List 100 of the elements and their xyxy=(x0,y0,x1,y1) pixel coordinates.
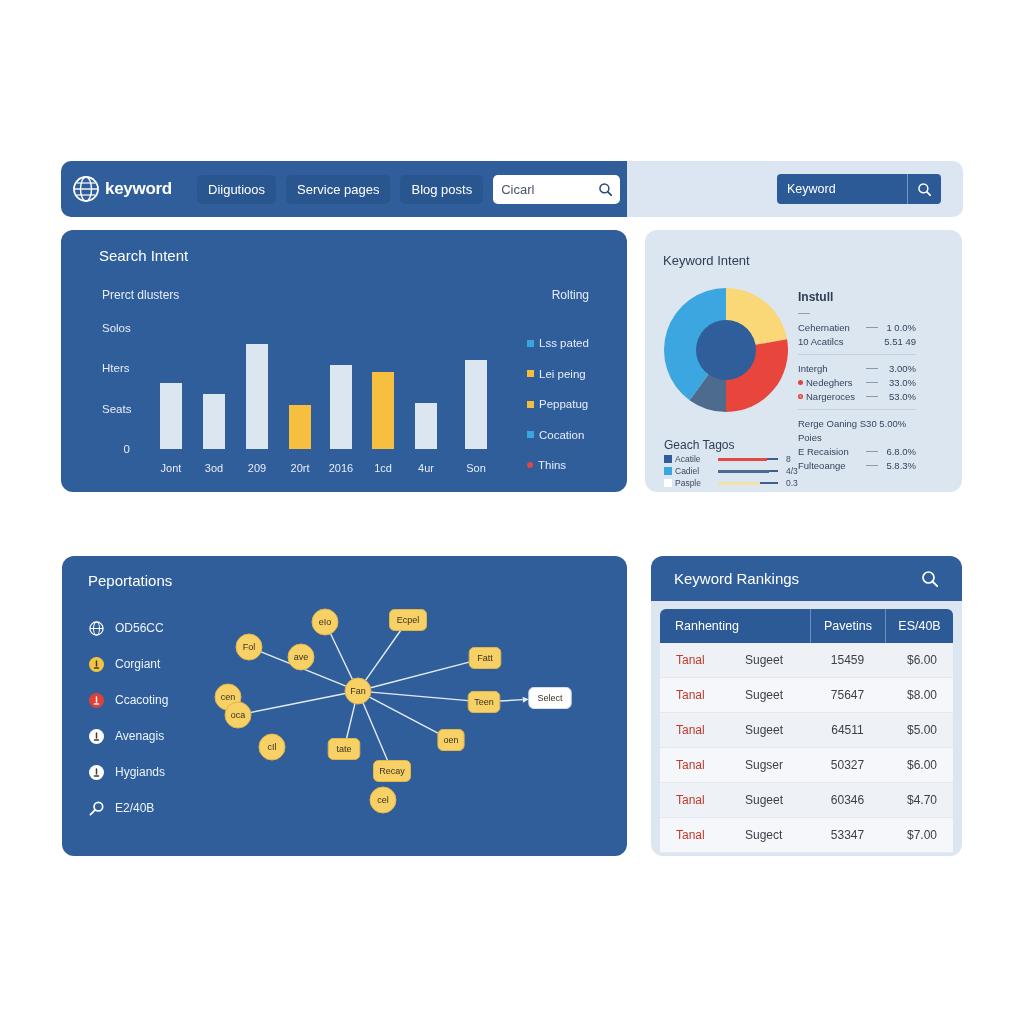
graph-node: cIl xyxy=(258,733,286,761)
bar xyxy=(203,394,225,449)
summary-label: Rerge Oaning S30 5.00% xyxy=(798,417,908,429)
search-field[interactable]: Cicarl xyxy=(493,174,621,204)
table-cell-text: $7.00 xyxy=(905,828,938,842)
legend-value: 4/3 xyxy=(786,466,798,476)
table-cell-text: Sugeet xyxy=(744,723,785,737)
axis-label: 4ur xyxy=(418,462,434,474)
summary-value: 1 0.0% xyxy=(885,321,916,333)
graph-node: Fatt xyxy=(468,647,502,669)
graph-node: Fan xyxy=(344,677,372,705)
nav-tab[interactable]: Blog posts xyxy=(400,174,484,204)
table-cell-text: $6.00 xyxy=(905,653,938,667)
axis-label: 209 xyxy=(247,462,267,474)
list-item[interactable]: Avenagis xyxy=(89,726,165,746)
bar xyxy=(415,403,437,449)
table-cell-text: Sugeet xyxy=(744,653,785,667)
graph-node: Select xyxy=(528,687,572,709)
panel-title: Search Intent xyxy=(99,246,190,266)
chart-label: Rolting xyxy=(551,287,589,303)
summary-label: Fulteoange xyxy=(798,459,847,471)
nav-tab[interactable]: Service pages xyxy=(286,174,391,204)
legend-title: Geach Tagos xyxy=(664,437,736,453)
summary-value: 33.0% xyxy=(888,376,916,388)
axis-label: 1cd xyxy=(374,462,392,474)
legend-label: Peppatug xyxy=(539,397,589,412)
summary-value: 3.00% xyxy=(888,362,916,374)
bar xyxy=(160,383,182,449)
legend-label: Lei peing xyxy=(539,366,586,382)
table-cell-text: 60346 xyxy=(829,793,866,807)
graph-node: eIo xyxy=(311,608,339,636)
graph-node: Ecpel xyxy=(389,609,427,631)
graph-node: Teen xyxy=(467,691,501,713)
table-cell-text: Tanal xyxy=(675,653,706,667)
search-button[interactable] xyxy=(907,174,941,204)
arrow xyxy=(499,696,529,703)
pie-center xyxy=(696,320,756,380)
nav-tab[interactable]: Diigutioos xyxy=(197,174,277,204)
table-cell-text: Tanal xyxy=(675,723,706,737)
legend-value: 8 xyxy=(786,454,791,464)
table-cell-text: $4.70 xyxy=(905,793,938,807)
legend-label: Cocation xyxy=(539,427,585,443)
table-cell-text: $6.00 xyxy=(905,758,938,772)
table-cell-text: Sugeet xyxy=(744,688,785,702)
summary-value: 5.8.3% xyxy=(885,459,916,471)
search-icon xyxy=(918,182,931,196)
table-cell-text: 64511 xyxy=(830,723,865,737)
bar xyxy=(289,405,311,449)
table-cell-text: 53347 xyxy=(829,828,866,842)
globe-icon xyxy=(89,620,104,636)
dot-icon xyxy=(798,379,803,385)
summary-label: Nedeghers xyxy=(806,376,854,388)
logo-text: keyword xyxy=(105,179,172,199)
legend-value: 0.3 xyxy=(786,478,798,488)
summary-label: Cehernatien xyxy=(798,321,851,333)
axis-label: Son xyxy=(466,462,486,474)
summary-label: Intergh xyxy=(798,362,829,374)
table-cell-text: Tanal xyxy=(675,758,706,772)
axis-label: Hters xyxy=(102,361,130,377)
axis-label: 2016 xyxy=(328,462,354,474)
summary-value: 6.8.0% xyxy=(885,445,916,457)
list-item[interactable]: Corgiant xyxy=(89,654,161,674)
table-cell-text: $8.00 xyxy=(905,688,938,702)
search-icon[interactable] xyxy=(922,570,938,587)
table-cell-text: Tanal xyxy=(675,793,706,807)
globe-icon xyxy=(73,176,99,202)
summary-label: E Recaision xyxy=(798,445,850,457)
summary-label: Nargeroces xyxy=(806,390,857,402)
table-cell-text: 50327 xyxy=(829,758,866,772)
table-cell-text: 75647 xyxy=(829,688,866,702)
legend-label: Pasple xyxy=(675,478,702,488)
legend-label: Thins xyxy=(538,458,567,473)
list-item[interactable]: OD56CC xyxy=(89,618,164,638)
table-cell-text: Sugeet xyxy=(744,793,785,807)
graph-node: tate xyxy=(327,738,361,760)
column-header: Ranhenting xyxy=(674,618,740,635)
table-cell-text: Tanal xyxy=(675,688,706,702)
list-item[interactable]: E2/40B xyxy=(89,798,155,818)
list-item[interactable]: Ccacoting xyxy=(89,690,169,710)
legend-label: Lss pated xyxy=(539,336,589,351)
keyword-field[interactable]: Keyword xyxy=(777,174,907,204)
axis-label: 20rt xyxy=(290,462,310,474)
axis-label: Solos xyxy=(102,321,131,336)
search-icon xyxy=(599,182,613,196)
search-icon xyxy=(89,800,104,816)
panel-title: Keyword Rankings xyxy=(674,570,800,587)
ring-icon xyxy=(798,393,803,399)
graph-node: Recay xyxy=(373,760,411,782)
graph-node: Fol xyxy=(235,633,263,661)
list-item[interactable]: Hygiands xyxy=(89,762,166,782)
axis-label: 0 xyxy=(123,442,130,457)
graph-node: ave xyxy=(287,643,315,671)
axis-label: 3od xyxy=(204,462,224,474)
graph-node: cel xyxy=(369,786,397,814)
chart-subtitle: Prerct dlusters xyxy=(102,287,180,303)
table-cell-text: Tanal xyxy=(675,828,706,842)
summary-label: Poies xyxy=(798,431,823,443)
summary-value: 5.51 49 xyxy=(883,335,916,347)
table-cell-text: Sugect xyxy=(744,828,784,842)
axis-label: Jont xyxy=(160,462,182,474)
